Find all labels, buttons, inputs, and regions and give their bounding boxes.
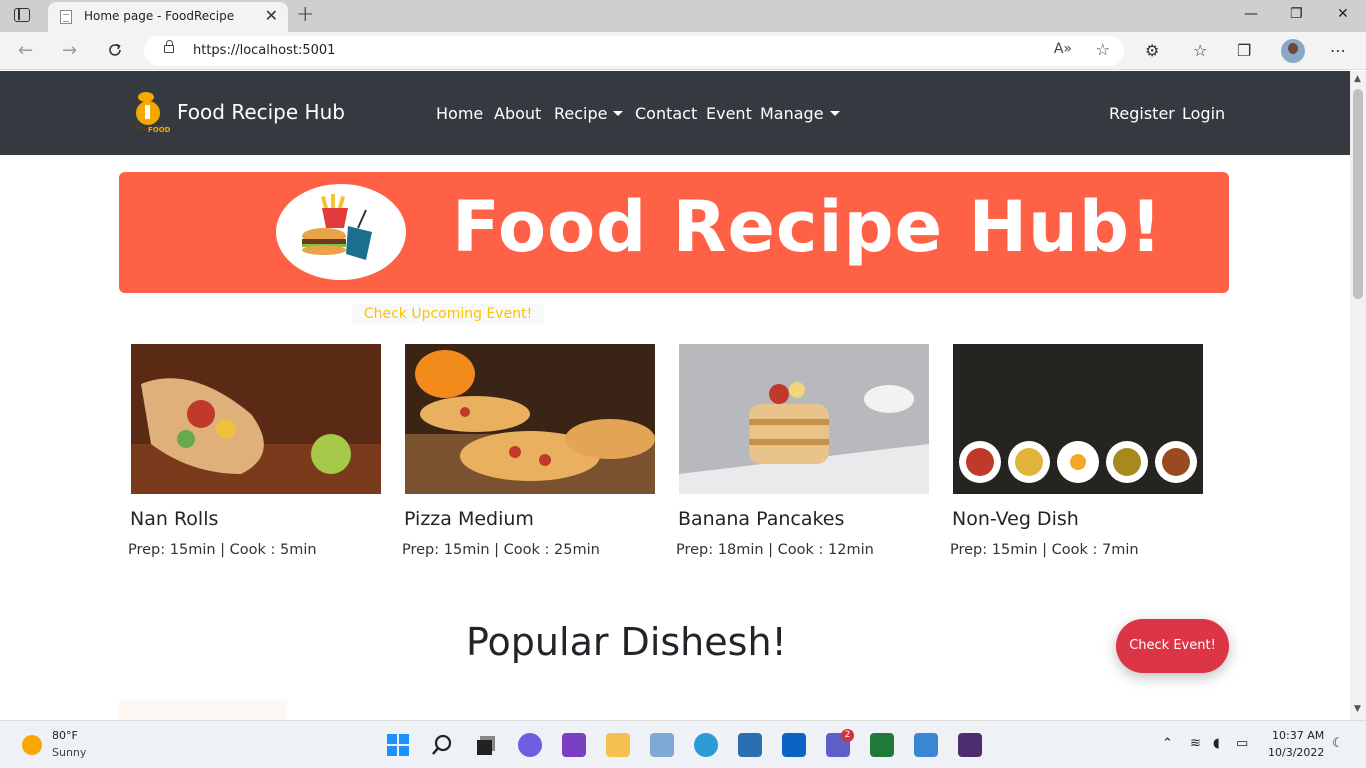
edge-icon[interactable] — [694, 733, 718, 757]
site-navbar: FOOD Food Recipe Hub Home About Recipe C… — [0, 71, 1350, 155]
nav-event[interactable]: Event — [706, 104, 752, 123]
focus-moon-icon[interactable]: ☾ — [1332, 736, 1344, 751]
close-tab-icon[interactable]: ✕ — [265, 6, 278, 25]
hero-banner: Food Recipe Hub! — [119, 172, 1229, 293]
terminal-icon[interactable] — [958, 733, 982, 757]
scrollbar-thumb[interactable] — [1353, 89, 1363, 299]
windows-taskbar: 80°F Sunny 2 ⌃ ≋ ◖ ▭ 10:37 AM 10/3/2022 … — [0, 720, 1366, 768]
start-icon[interactable] — [386, 733, 410, 757]
forward-arrow-icon[interactable]: → — [62, 40, 77, 61]
card-title[interactable]: Non-Veg Dish — [952, 508, 1079, 530]
sun-icon[interactable] — [22, 735, 42, 755]
teams-icon[interactable]: 2 — [826, 729, 854, 757]
outlook-icon[interactable] — [782, 733, 806, 757]
hero-food-logo — [276, 184, 406, 280]
pizza-image — [405, 344, 655, 494]
nav-login[interactable]: Login — [1182, 104, 1225, 123]
card-image-banana-pancakes[interactable] — [679, 344, 929, 494]
pancakes-image — [679, 344, 929, 494]
favorites-icon[interactable]: ☆ — [1193, 41, 1207, 60]
nav-manage-label: Manage — [760, 104, 824, 123]
clock-date[interactable]: 10/3/2022 — [1268, 746, 1324, 759]
card-meta: Prep: 18min | Cook : 12min — [676, 542, 874, 558]
chat-icon[interactable] — [518, 733, 542, 757]
check-event-button[interactable]: Check Event! — [1116, 619, 1229, 673]
brand-name[interactable]: Food Recipe Hub — [177, 100, 345, 124]
nav-about[interactable]: About — [494, 104, 541, 123]
weather-description[interactable]: Sunny — [52, 746, 86, 759]
nav-recipe-label: Recipe — [554, 104, 608, 123]
snipping-tool-icon[interactable] — [650, 733, 674, 757]
browser-tab-bar: Home page - FoodRecipe ✕ + — ❐ ✕ — [0, 0, 1366, 32]
collections-icon[interactable]: ❐ — [1237, 41, 1251, 60]
url-text: https://localhost:5001 — [193, 43, 336, 58]
maximize-button[interactable]: ❐ — [1290, 6, 1303, 22]
hero-title: Food Recipe Hub! — [452, 186, 1163, 268]
scroll-down-icon[interactable]: ▼ — [1354, 704, 1361, 714]
reload-icon[interactable] — [106, 41, 124, 59]
card-image-non-veg-dish[interactable] — [953, 344, 1203, 494]
more-menu-icon[interactable]: ⋯ — [1330, 41, 1346, 60]
close-window-button[interactable]: ✕ — [1337, 6, 1349, 22]
non-veg-dish-image — [953, 344, 1203, 494]
tab-actions-icon[interactable] — [14, 8, 30, 22]
nan-rolls-image — [131, 344, 381, 494]
nav-recipe-dropdown[interactable]: Recipe — [554, 104, 624, 123]
address-bar[interactable]: https://localhost:5001 A» ☆ — [144, 36, 1124, 66]
show-hidden-icons-icon[interactable]: ⌃ — [1162, 736, 1173, 751]
store-icon[interactable] — [738, 733, 762, 757]
visual-studio-icon[interactable] — [562, 733, 586, 757]
clock-time[interactable]: 10:37 AM — [1272, 729, 1324, 742]
volume-icon[interactable]: ◖ — [1213, 736, 1220, 751]
card-title[interactable]: Banana Pancakes — [678, 508, 844, 530]
browser-toolbar: ← → https://localhost:5001 A» ☆ ⚙ ☆ ❐ ⋯ — [0, 32, 1366, 70]
lock-icon — [164, 40, 174, 53]
notepad-icon[interactable] — [914, 733, 938, 757]
fast-food-icon — [302, 194, 372, 260]
weather-temperature[interactable]: 80°F — [52, 729, 78, 742]
nav-register[interactable]: Register — [1109, 104, 1175, 123]
teams-badge: 2 — [841, 729, 854, 742]
nav-manage-dropdown[interactable]: Manage — [760, 104, 840, 123]
search-icon[interactable] — [430, 733, 454, 757]
wifi-icon[interactable]: ≋ — [1190, 736, 1201, 751]
page-scrollbar[interactable]: ▲ ▼ — [1350, 71, 1366, 720]
card-title[interactable]: Nan Rolls — [130, 508, 218, 530]
favorite-star-icon[interactable]: ☆ — [1096, 40, 1110, 59]
chevron-down-icon — [829, 111, 840, 116]
nav-home[interactable]: Home — [436, 104, 483, 123]
profile-avatar[interactable] — [1281, 39, 1305, 63]
scroll-up-icon[interactable]: ▲ — [1354, 74, 1361, 84]
popular-dishes-heading: Popular Dishesh! — [466, 620, 787, 664]
card-image-pizza-medium[interactable] — [405, 344, 655, 494]
card-meta: Prep: 15min | Cook : 5min — [128, 542, 317, 558]
browser-tab[interactable]: Home page - FoodRecipe ✕ — [48, 2, 288, 32]
sql-tool-icon[interactable] — [870, 733, 894, 757]
file-explorer-icon[interactable] — [606, 733, 630, 757]
card-image-nan-rolls[interactable] — [131, 344, 381, 494]
popular-dish-card-peek — [119, 700, 287, 720]
chevron-down-icon — [613, 111, 624, 116]
card-meta: Prep: 15min | Cook : 25min — [402, 542, 600, 558]
logo-label: FOOD — [148, 126, 171, 134]
back-arrow-icon[interactable]: ← — [18, 40, 33, 61]
minimize-button[interactable]: — — [1244, 6, 1258, 22]
task-view-icon[interactable] — [474, 733, 498, 757]
battery-icon[interactable]: ▭ — [1236, 736, 1248, 751]
tab-title: Home page - FoodRecipe — [84, 9, 235, 23]
page-favicon-icon — [60, 10, 72, 24]
extensions-icon[interactable]: ⚙ — [1145, 41, 1159, 60]
card-title[interactable]: Pizza Medium — [404, 508, 534, 530]
nav-contact[interactable]: Contact — [635, 104, 697, 123]
read-aloud-icon[interactable]: A» — [1054, 41, 1072, 57]
upcoming-event-link[interactable]: Check Upcoming Event! — [352, 304, 544, 324]
card-meta: Prep: 15min | Cook : 7min — [950, 542, 1139, 558]
new-tab-button[interactable]: + — [296, 2, 314, 27]
